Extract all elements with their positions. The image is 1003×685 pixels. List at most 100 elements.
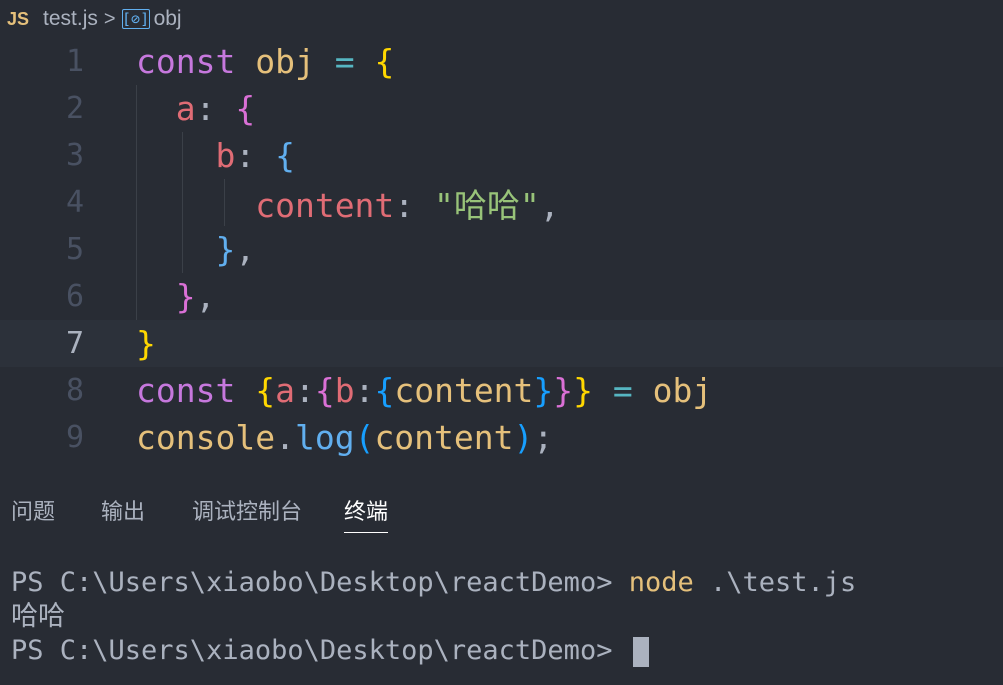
code-text: }	[136, 324, 156, 363]
breadcrumb-file[interactable]: test.js	[43, 7, 98, 31]
code-token: }	[136, 324, 156, 363]
code-text: const {a:{b:{content}}} = obj	[136, 371, 712, 410]
indent-guide	[136, 85, 137, 320]
code-token: {	[255, 371, 276, 410]
code-token: a	[175, 89, 196, 128]
code-line[interactable]: 8 const {a:{b:{content}}} = obj	[0, 367, 1003, 414]
code-token: (	[354, 418, 375, 457]
code-line[interactable]: 2 a: {	[0, 85, 1003, 132]
bottom-panel: 问题 输出 调试控制台 终端 PS C:\Users\xiaobo\Deskto…	[0, 472, 1003, 685]
code-token: }	[553, 371, 574, 410]
code-token: {	[235, 89, 256, 128]
code-text: content: "哈哈",	[136, 179, 560, 227]
code-token: b	[334, 371, 355, 410]
code-text: },	[136, 230, 255, 269]
code-token: :	[195, 89, 236, 128]
code-token: content	[255, 185, 395, 225]
code-token: {	[374, 42, 395, 81]
code-token: obj	[255, 42, 315, 81]
terminal-command: node	[628, 567, 694, 598]
code-token: ,	[195, 277, 216, 316]
code-token: :	[294, 371, 315, 410]
code-line[interactable]: 3 b: {	[0, 132, 1003, 179]
panel-tabs: 问题 输出 调试控制台 终端	[0, 472, 1003, 533]
code-token: content	[374, 418, 514, 457]
code-text: },	[136, 277, 216, 316]
code-token: "哈哈"	[434, 185, 540, 225]
code-line[interactable]: 6 },	[0, 273, 1003, 320]
code-line[interactable]: 7}	[0, 320, 1003, 367]
code-line[interactable]: 9 console.log(content);	[0, 414, 1003, 461]
code-token: =	[612, 371, 633, 410]
terminal-command-arg: .\test.js	[693, 567, 857, 598]
code-text: console.log(content);	[136, 418, 553, 457]
line-number: 6	[65, 279, 84, 314]
code-text: a: {	[136, 89, 256, 128]
code-line[interactable]: 1 const obj = {	[0, 38, 1003, 85]
terminal-output-line: 哈哈	[11, 601, 65, 632]
line-number: 9	[65, 420, 84, 455]
js-file-icon: JS	[7, 8, 30, 29]
code-token: const	[136, 42, 236, 81]
code-token: log	[294, 418, 355, 457]
chevron-right-icon: >	[103, 7, 116, 30]
code-token: :	[354, 371, 375, 410]
code-token: content	[394, 371, 534, 410]
line-number: 4	[65, 185, 84, 220]
terminal-output[interactable]: PS C:\Users\xiaobo\Desktop\reactDemo> no…	[11, 566, 856, 668]
code-token: const	[136, 371, 236, 410]
code-line[interactable]: 5 },	[0, 226, 1003, 273]
code-token: {	[374, 371, 395, 410]
code-token: ,	[539, 185, 560, 225]
code-token: b	[215, 136, 236, 175]
line-number: 7	[65, 326, 84, 361]
breadcrumb: JS test.js > [⊘] obj	[0, 0, 1003, 38]
tab-output[interactable]: 输出	[101, 494, 145, 532]
code-token: }	[573, 371, 594, 410]
terminal-prompt: PS C:\Users\xiaobo\Desktop\reactDemo>	[11, 635, 629, 666]
indent-guide	[224, 179, 225, 226]
code-token: {	[275, 136, 295, 175]
terminal-prompt: PS C:\Users\xiaobo\Desktop\reactDemo>	[11, 567, 629, 598]
code-token: .	[275, 418, 295, 457]
code-token: :	[394, 185, 435, 225]
code-token: ,	[235, 230, 256, 269]
code-token: }	[215, 230, 236, 269]
code-token: }	[175, 277, 196, 316]
line-number: 3	[65, 138, 84, 173]
indent-guide	[182, 132, 183, 273]
code-token: )	[513, 418, 534, 457]
code-token: :	[235, 136, 276, 175]
tab-terminal[interactable]: 终端	[344, 494, 389, 533]
tab-debug-console[interactable]: 调试控制台	[192, 494, 302, 532]
code-token: obj	[652, 371, 713, 410]
code-token: }	[533, 371, 554, 410]
line-number: 8	[65, 373, 84, 408]
code-token: console	[136, 418, 276, 457]
line-number: 2	[65, 91, 84, 126]
code-token: {	[314, 371, 335, 410]
code-text: b: {	[136, 136, 295, 175]
line-number: 1	[65, 44, 84, 79]
code-editor[interactable]: 9 console.log(content); 8 const {a:{b:{cont…	[0, 38, 1003, 468]
code-token: =	[334, 42, 355, 81]
line-number: 5	[65, 232, 84, 267]
terminal-cursor	[632, 636, 649, 667]
code-line[interactable]: 4 content: "哈哈",	[0, 179, 1003, 226]
breadcrumb-symbol[interactable]: obj	[154, 7, 182, 31]
code-token: a	[275, 371, 295, 410]
tab-problems[interactable]: 问题	[11, 494, 55, 532]
variable-symbol-icon: [⊘]	[121, 9, 150, 29]
code-text: const obj = {	[136, 42, 394, 81]
